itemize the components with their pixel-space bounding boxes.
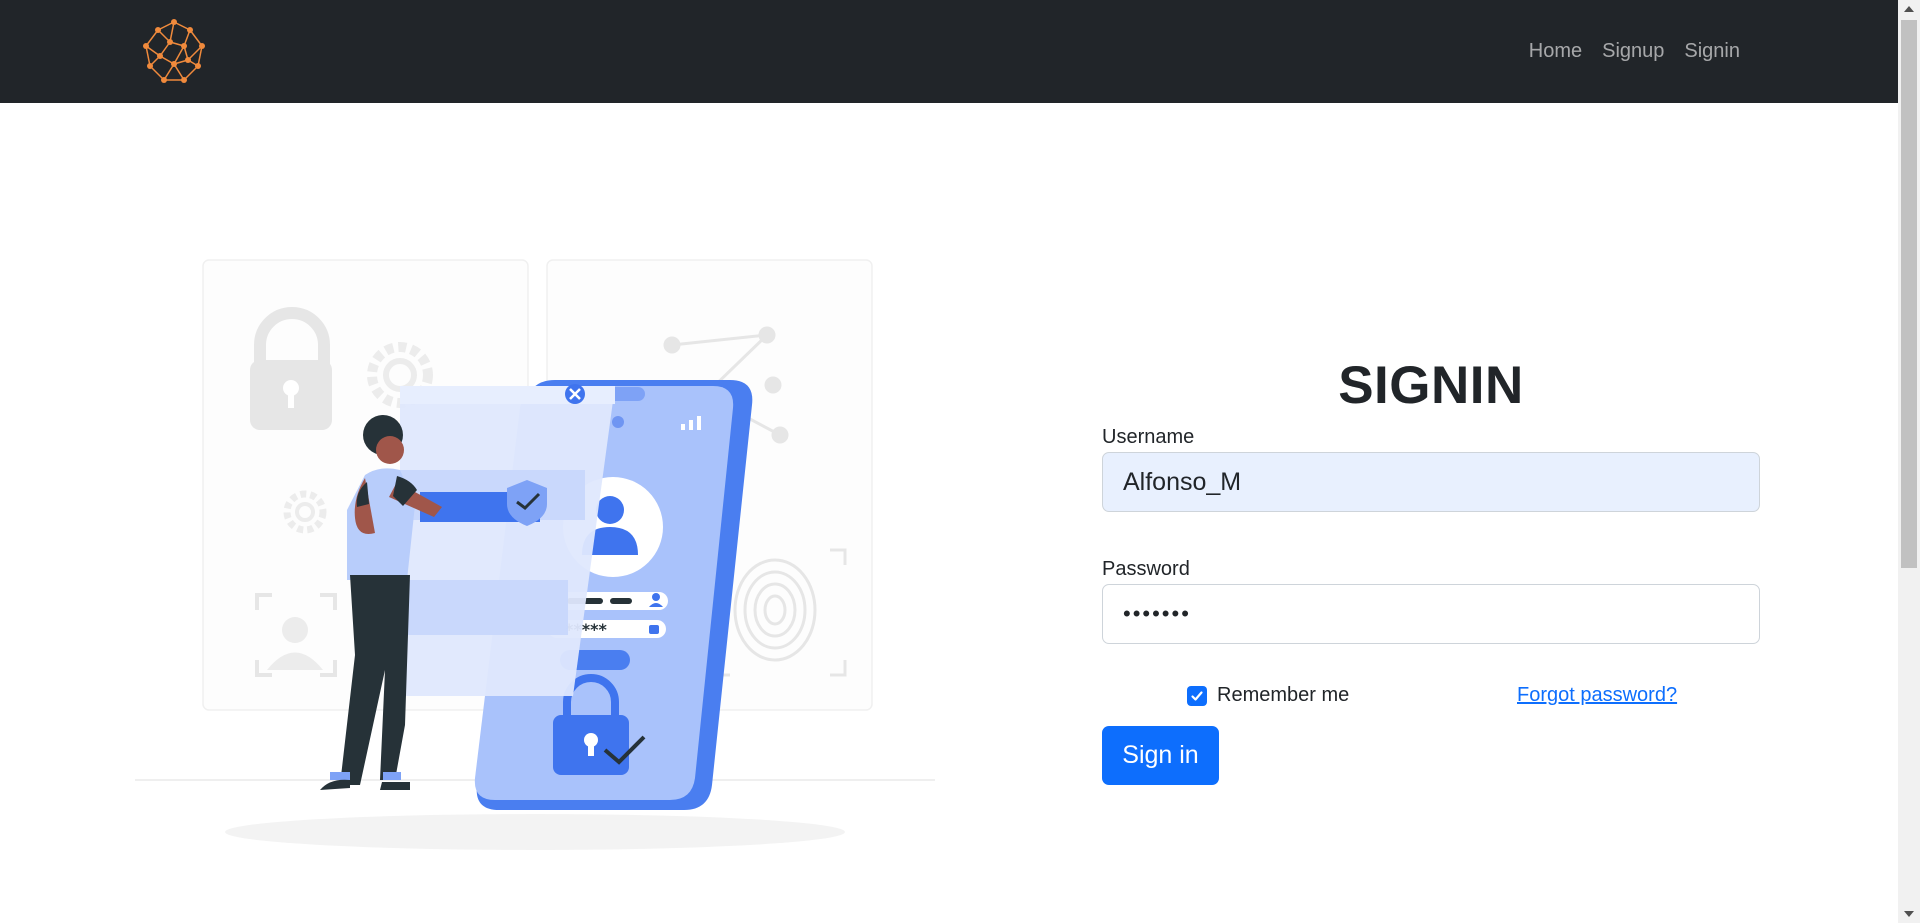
top-navbar: Home Signup Signin — [0, 0, 1898, 103]
network-brain-logo-icon[interactable] — [140, 18, 208, 86]
checkmark-icon — [1191, 690, 1203, 701]
page-scrollbar[interactable] — [1898, 0, 1920, 923]
mobile-login-security-illustration-icon: ***** — [135, 259, 935, 850]
remember-me-control[interactable]: Remember me — [1187, 684, 1349, 707]
remember-me-checkbox[interactable] — [1187, 685, 1207, 706]
nav-links: Home Signup Signin — [1519, 0, 1750, 103]
password-input[interactable]: ••••••• — [1102, 584, 1760, 644]
nav-link-signup[interactable]: Signup — [1592, 40, 1674, 63]
sign-in-button[interactable]: Sign in — [1102, 726, 1219, 785]
page-title: SIGNIN — [1338, 356, 1524, 415]
signin-form: SIGNIN Username Alfonso_M Password •••••… — [1102, 350, 1760, 724]
username-label: Username — [1102, 426, 1195, 448]
username-input[interactable]: Alfonso_M — [1102, 452, 1760, 512]
scroll-down-icon[interactable] — [1904, 911, 1914, 917]
options-row: Remember me Forgot password? — [1102, 674, 1760, 724]
scroll-thumb[interactable] — [1901, 20, 1917, 568]
nav-link-signin[interactable]: Signin — [1674, 40, 1750, 63]
nav-link-home[interactable]: Home — [1519, 40, 1592, 63]
forgot-password-link[interactable]: Forgot password? — [1517, 684, 1677, 707]
password-label: Password — [1102, 558, 1190, 580]
remember-me-label: Remember me — [1217, 684, 1350, 706]
scroll-up-icon[interactable] — [1904, 6, 1914, 12]
